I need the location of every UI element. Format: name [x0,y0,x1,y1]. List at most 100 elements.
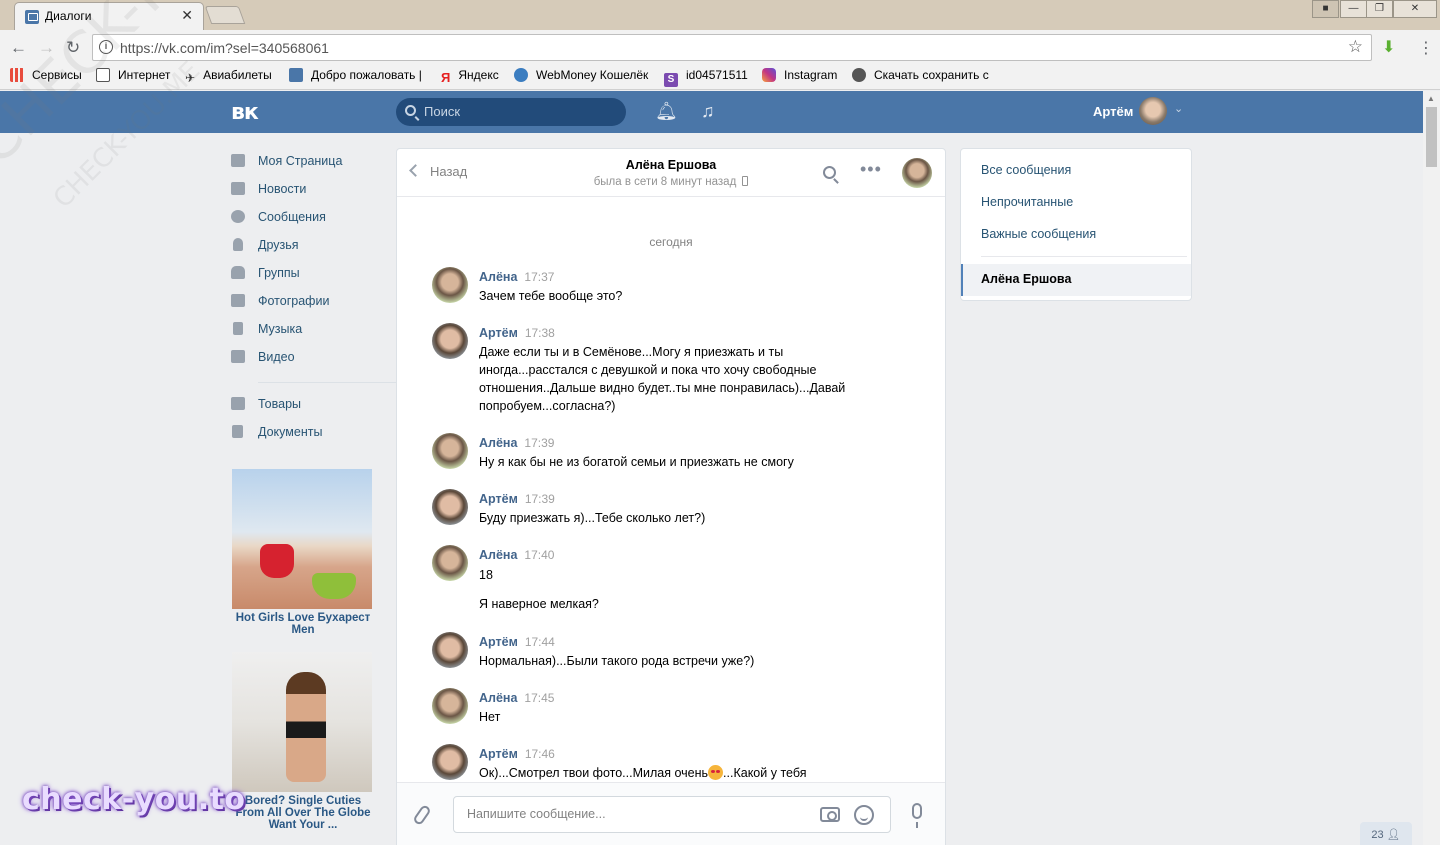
bookmark-item[interactable]: ✈ Авиабилеты [185,68,272,85]
url-text[interactable]: https://vk.com/im?sel=340568061 [120,40,329,56]
bookmark-item[interactable]: Я Яндекс [441,68,499,85]
info-icon[interactable]: i [99,40,113,54]
bookmark-item[interactable]: Скачать сохранить с [852,68,989,82]
ad-caption[interactable]: Hot Girls Love Бухарест Men [232,612,374,636]
chevron-down-icon[interactable]: ⌄ [1174,102,1183,115]
menu-item-documents[interactable]: Документы [229,421,379,445]
menu-item-friends[interactable]: Друзья [229,234,379,258]
ad-block[interactable]: Hot Girls Love Бухарест Men [232,469,374,636]
peer-status-text: была в сети 8 минут назад [593,176,737,188]
download-extension-icon[interactable]: ⬇ [1382,37,1398,56]
bookmark-item[interactable]: WebMoney Кошелёк [514,68,648,82]
bell-icon[interactable]: 🔔︎ [655,101,678,122]
avatar[interactable] [432,489,468,525]
message-author[interactable]: Артём 17:44 [479,635,555,649]
ad-caption[interactable]: Bored? Single Cuties From All Over The G… [232,795,374,831]
header-avatar[interactable] [1139,97,1167,125]
minimize-button[interactable]: — [1340,0,1367,18]
address-bar[interactable]: i https://vk.com/im?sel=340568061 ☆ [92,34,1372,61]
close-window-button[interactable]: ✕ [1393,0,1437,18]
author-name[interactable]: Алёна [479,436,517,450]
message-input[interactable]: Напишите сообщение... [453,796,891,833]
message-time[interactable]: 17:38 [525,326,555,340]
search-input[interactable]: Поиск [396,98,626,126]
header-user-name[interactable]: Артём [1093,104,1133,119]
author-name[interactable]: Артём [479,492,518,506]
bookmark-item[interactable]: Sid04571511 [664,68,748,87]
menu-item-messages[interactable]: Сообщения [229,206,379,230]
dialogs-filter-panel: Все сообщения Непрочитанные Важные сообщ… [960,148,1192,301]
menu-item-music[interactable]: Музыка [229,318,379,342]
message-author[interactable]: Алёна 17:40 [479,548,554,562]
author-name[interactable]: Алёна [479,691,517,705]
message-time[interactable]: 17:45 [524,691,554,705]
menu-item-news[interactable]: Новости [229,178,379,202]
online-counter[interactable]: 23 👤︎ [1360,822,1412,845]
message-author[interactable]: Алёна 17:37 [479,270,554,284]
back-arrow-icon[interactable]: ← [10,38,27,58]
message-time[interactable]: 17:46 [525,747,555,761]
message-author[interactable]: Артём 17:46 [479,747,555,761]
menu-item-video[interactable]: Видео [229,346,379,370]
avatar[interactable] [432,744,468,780]
browser-tab[interactable]: Диалоги ✕ [14,2,204,30]
author-name[interactable]: Артём [479,747,518,761]
smile-icon[interactable] [854,805,874,825]
bookmark-star-icon[interactable]: ☆ [1348,37,1363,57]
more-icon[interactable]: ••• [860,159,882,180]
message-author[interactable]: Артём 17:38 [479,326,555,340]
message-author[interactable]: Артём 17:39 [479,492,555,506]
vk-logo[interactable]: вк [231,100,259,125]
message-time[interactable]: 17:44 [525,635,555,649]
browser-menu-icon[interactable]: ⋮ [1418,38,1434,58]
bookmark-item[interactable]: Сервисы [10,68,82,82]
reload-icon[interactable]: ↻ [66,38,80,58]
author-name[interactable]: Алёна [479,548,517,562]
ad-image[interactable] [232,652,372,792]
author-name[interactable]: Алёна [479,270,517,284]
avatar[interactable] [432,267,468,303]
scrollbar-thumb[interactable] [1426,107,1437,167]
tab-close-icon[interactable]: ✕ [181,7,193,24]
menu-item-my-page[interactable]: Моя Страница [229,150,379,174]
ad-image[interactable] [232,469,372,609]
peer-avatar[interactable] [902,158,932,188]
menu-item-photos[interactable]: Фотографии [229,290,379,314]
ad-block[interactable]: Bored? Single Cuties From All Over The G… [232,652,374,831]
message-author[interactable]: Алёна 17:45 [479,691,554,705]
page-scrollbar[interactable]: ▲ [1423,91,1440,845]
menu-item-groups[interactable]: Группы [229,262,379,286]
avatar[interactable] [432,632,468,668]
filter-important[interactable]: Важные сообщения [981,227,1096,241]
filter-unread[interactable]: Непрочитанные [981,195,1073,209]
paperclip-icon[interactable] [412,803,432,827]
menu-item-goods[interactable]: Товары [229,393,379,417]
message-time[interactable]: 17:39 [525,492,555,506]
message-list[interactable]: сегодня Алёна 17:37 Зачем тебе вообще это… [397,197,945,782]
bookmark-item[interactable]: Добро пожаловать | [289,68,422,82]
new-tab-button[interactable] [204,6,246,24]
maximize-button[interactable]: ❐ [1366,0,1393,18]
scroll-up-icon[interactable]: ▲ [1427,94,1435,103]
avatar[interactable] [432,323,468,359]
message-time[interactable]: 17:39 [524,436,554,450]
bookmark-item[interactable]: Интернет [96,68,170,82]
author-name[interactable]: Артём [479,635,518,649]
filter-all-messages[interactable]: Все сообщения [981,163,1071,177]
document-icon [96,68,110,82]
camera-icon[interactable] [820,807,840,822]
microphone-icon[interactable] [912,803,922,828]
message-time[interactable]: 17:37 [524,270,554,284]
message-author[interactable]: Алёна 17:39 [479,436,554,450]
search-icon[interactable] [823,166,836,179]
active-dialog-item[interactable]: Алёна Ершова [961,264,1191,296]
avatar[interactable] [432,688,468,724]
avatar[interactable] [432,433,468,469]
bookmark-item[interactable]: Instagram [762,68,837,82]
profile-button[interactable]: ■ [1312,0,1339,18]
music-icon[interactable]: ♫ [701,101,715,122]
avatar[interactable] [432,545,468,581]
author-name[interactable]: Артём [479,326,518,340]
forward-arrow-icon[interactable]: → [38,38,55,58]
message-time[interactable]: 17:40 [524,548,554,562]
